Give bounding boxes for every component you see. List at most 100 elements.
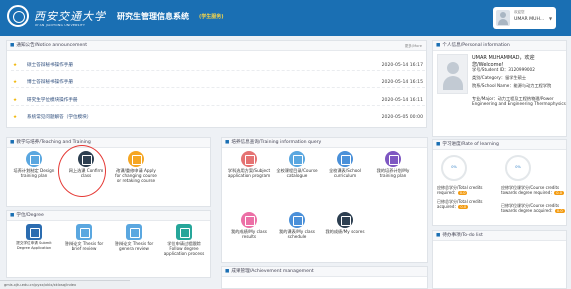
notice-title[interactable]: 研究生学位模块操作手册 [27, 98, 78, 103]
school-curriculum-button[interactable]: 全校课表/School curriculum [322, 151, 368, 178]
tile-label: 提交学位申请 Submit Degree Application [16, 241, 52, 251]
my-training-plan-button[interactable]: 我的培养计划/My training plan [370, 151, 416, 178]
tile-label: 我的成绩/My scores [325, 229, 365, 234]
achievement-panel: ■ 成果管理/Achievement management [221, 266, 428, 289]
list-item[interactable]: ★ 研究生学位模块操作手册 2020-05-14 16:11 [11, 95, 425, 106]
bullhorn-icon: ■ [10, 43, 15, 48]
student-school: 院系/School Name：能源与动力工程学院 [472, 83, 552, 88]
submit-degree-application-button[interactable]: 提交学位申请 Submit Degree Application [11, 224, 57, 251]
tile-label: 我的成绩/My class results [231, 229, 267, 240]
gauge-value: 0% [451, 165, 457, 169]
notice-date: 2020-05-14 16:17 [381, 63, 423, 68]
notice-title[interactable]: 系统常见问题解答（学位模块） [27, 115, 91, 120]
tile-label: 答辩论文 Thesis for genera review [114, 241, 154, 252]
student-id: 学号/Student ID：3120999002 [472, 67, 535, 72]
curriculum-icon [337, 151, 353, 167]
notice-panel-header: ■ 通知公告/Notice announcement 更多/More [7, 41, 426, 51]
student-name: UMAR MUHAMMAD，欢迎您/Welcome！ [472, 55, 535, 68]
learning-progress-panel-title: 学习进度/Rate of learning [442, 142, 499, 147]
personal-info-panel: ■ 个人信息/Personal information UMAR MUHAMMAD… [432, 40, 567, 137]
credit-badge: 0.0 [457, 190, 468, 195]
degree-credits-required: 应修学位课学分/Course credits towards degree re… [501, 185, 565, 195]
star-icon: ★ [13, 115, 18, 120]
list-item[interactable]: ★ 硕士答辩秘书操作手册 2020-05-14 16:17 [11, 60, 425, 71]
search-icon: ■ [225, 140, 230, 145]
follow-degree-application-button[interactable]: 学位申请过程跟踪 Follow degree application proce… [161, 224, 207, 257]
teaching-panel-header: ■ 教学与培养/Teaching and Training [7, 138, 210, 148]
swap-icon [128, 151, 144, 167]
schedule-icon [289, 212, 305, 228]
university-english-name: XI'AN JIAOTONG UNIVERSITY [35, 23, 86, 27]
list-item[interactable]: ★ 博士答辩秘书操作手册 2020-05-14 16:15 [11, 77, 425, 88]
total-credits-gauge: 0% [441, 155, 467, 181]
line-text: 应修学位课学分/Course credits towards degree re… [501, 185, 560, 195]
tile-label: 我的培养计划/My training plan [376, 168, 410, 179]
system-badge: (学生服务) [199, 14, 224, 20]
thesis-general-review-button[interactable]: 答辩论文 Thesis for genera review [111, 224, 157, 251]
notice-title[interactable]: 硕士答辩秘书操作手册 [27, 63, 73, 68]
achievement-panel-title: 成果管理/Achievement management [231, 269, 314, 274]
highlight-circle [58, 145, 106, 197]
list-icon: ■ [436, 233, 441, 238]
tile-label: 答辩论文 Thesis for brief review [64, 241, 104, 252]
subject-application-program-button[interactable]: 学科选用方案/Subject application program [226, 151, 272, 178]
student-category: 类别/Category：留学生硕士 [472, 75, 527, 80]
degree-credits-gauge: 0% [505, 155, 531, 181]
scores-icon [337, 212, 353, 228]
star-icon: ★ [13, 63, 18, 68]
book-icon: ■ [10, 140, 15, 145]
notice-panel-title: 通知公告/Notice announcement [16, 43, 88, 48]
user-welcome-text: 欢迎您 [514, 10, 525, 14]
learning-progress-panel: ■ 学习进度/Rate of learning 0% 0% 应修总学分/Total… [432, 139, 567, 226]
user-menu[interactable]: 欢迎您 UMAR MUH... ▼ [493, 7, 556, 29]
notice-date: 2020-05-05 00:00 [381, 115, 423, 120]
avatar [437, 54, 468, 94]
submit-icon [26, 224, 42, 240]
notice-title[interactable]: 博士答辩秘书操作手册 [27, 80, 73, 85]
user-name: UMAR MUH... [514, 17, 545, 22]
tile-label: 全校课程目录/Course catalogue [276, 168, 318, 179]
course-catalogue-button[interactable]: 全校课程目录/Course catalogue [274, 151, 320, 178]
tile-label: 学科选用方案/Subject application program [227, 168, 271, 179]
list-item[interactable]: ★ 系统常见问题解答（学位模块） 2020-05-05 00:00 [11, 112, 425, 123]
notice-date: 2020-05-14 16:11 [381, 98, 423, 103]
my-class-schedule-button[interactable]: 我的课表/My class schedule [274, 212, 320, 239]
browser-status-url: gmis.xjtu.edu.cn/pyxx/xklx/xklxsq/index [0, 280, 130, 289]
my-class-results-button[interactable]: 我的成绩/My class results [226, 212, 272, 239]
tile-label: 改课/重修申请 Apply for changing course or ret… [115, 168, 157, 184]
total-credits-required: 应修总学分/Total credits required： 0.0 [437, 185, 497, 195]
document-icon [126, 224, 142, 240]
graduation-cap-icon: ■ [10, 213, 15, 218]
todo-panel-header: ■ 待办事项/To-do list [433, 231, 566, 241]
degree-panel: ■ 学位/Degree 提交学位申请 Submit Degree Applicat… [6, 210, 211, 278]
design-training-plan-button[interactable]: 培养计划制定 Design training plan [11, 151, 57, 178]
teaching-panel: ■ 教学与培养/Teaching and Training 培养计划制定 Desi… [6, 137, 211, 207]
todo-panel: ■ 待办事项/To-do list [432, 230, 567, 289]
chevron-down-icon: ▼ [549, 16, 553, 21]
top-header: 西安交通大学 XI'AN JIAOTONG UNIVERSITY 研究生管理信息… [0, 0, 571, 36]
training-info-panel-title: 培养信息查询/Training information query [231, 140, 322, 145]
avatar [496, 10, 510, 26]
learning-progress-panel-header: ■ 学习进度/Rate of learning [433, 140, 566, 150]
gauge-value: 0% [515, 165, 521, 169]
total-credits-acquired: 已修总学分/Total credits acquired： 0.0 [437, 199, 497, 209]
chart-icon: ■ [436, 142, 441, 147]
degree-panel-title: 学位/Degree [16, 213, 44, 218]
document-icon [76, 224, 92, 240]
my-scores-button[interactable]: 我的成绩/My scores [322, 212, 368, 234]
user-icon: ■ [436, 43, 441, 48]
tile-label: 培养计划制定 Design training plan [13, 168, 55, 179]
catalogue-icon [289, 151, 305, 167]
change-course-button[interactable]: 改课/重修申请 Apply for changing course or ret… [113, 151, 159, 184]
degree-credits-acquired: 已修学位课学分/Course credits towards degree ac… [501, 203, 565, 213]
thesis-brief-review-button[interactable]: 答辩论文 Thesis for brief review [61, 224, 107, 251]
student-major: 专业/Major：动力工程及工程热物理/Power Engineering an… [472, 96, 566, 107]
system-title: 研究生管理信息系统 [117, 12, 189, 21]
credit-badge: 0.0 [554, 208, 565, 213]
plan-icon [385, 151, 401, 167]
training-info-panel: ■ 培养信息查询/Training information query 学科选用方… [221, 137, 428, 263]
tile-label: 我的课表/My class schedule [279, 229, 315, 240]
more-link[interactable]: 更多/More [405, 41, 422, 50]
line-text: 已修学位课学分/Course credits towards degree ac… [501, 203, 560, 213]
notice-date: 2020-05-14 16:15 [381, 80, 423, 85]
